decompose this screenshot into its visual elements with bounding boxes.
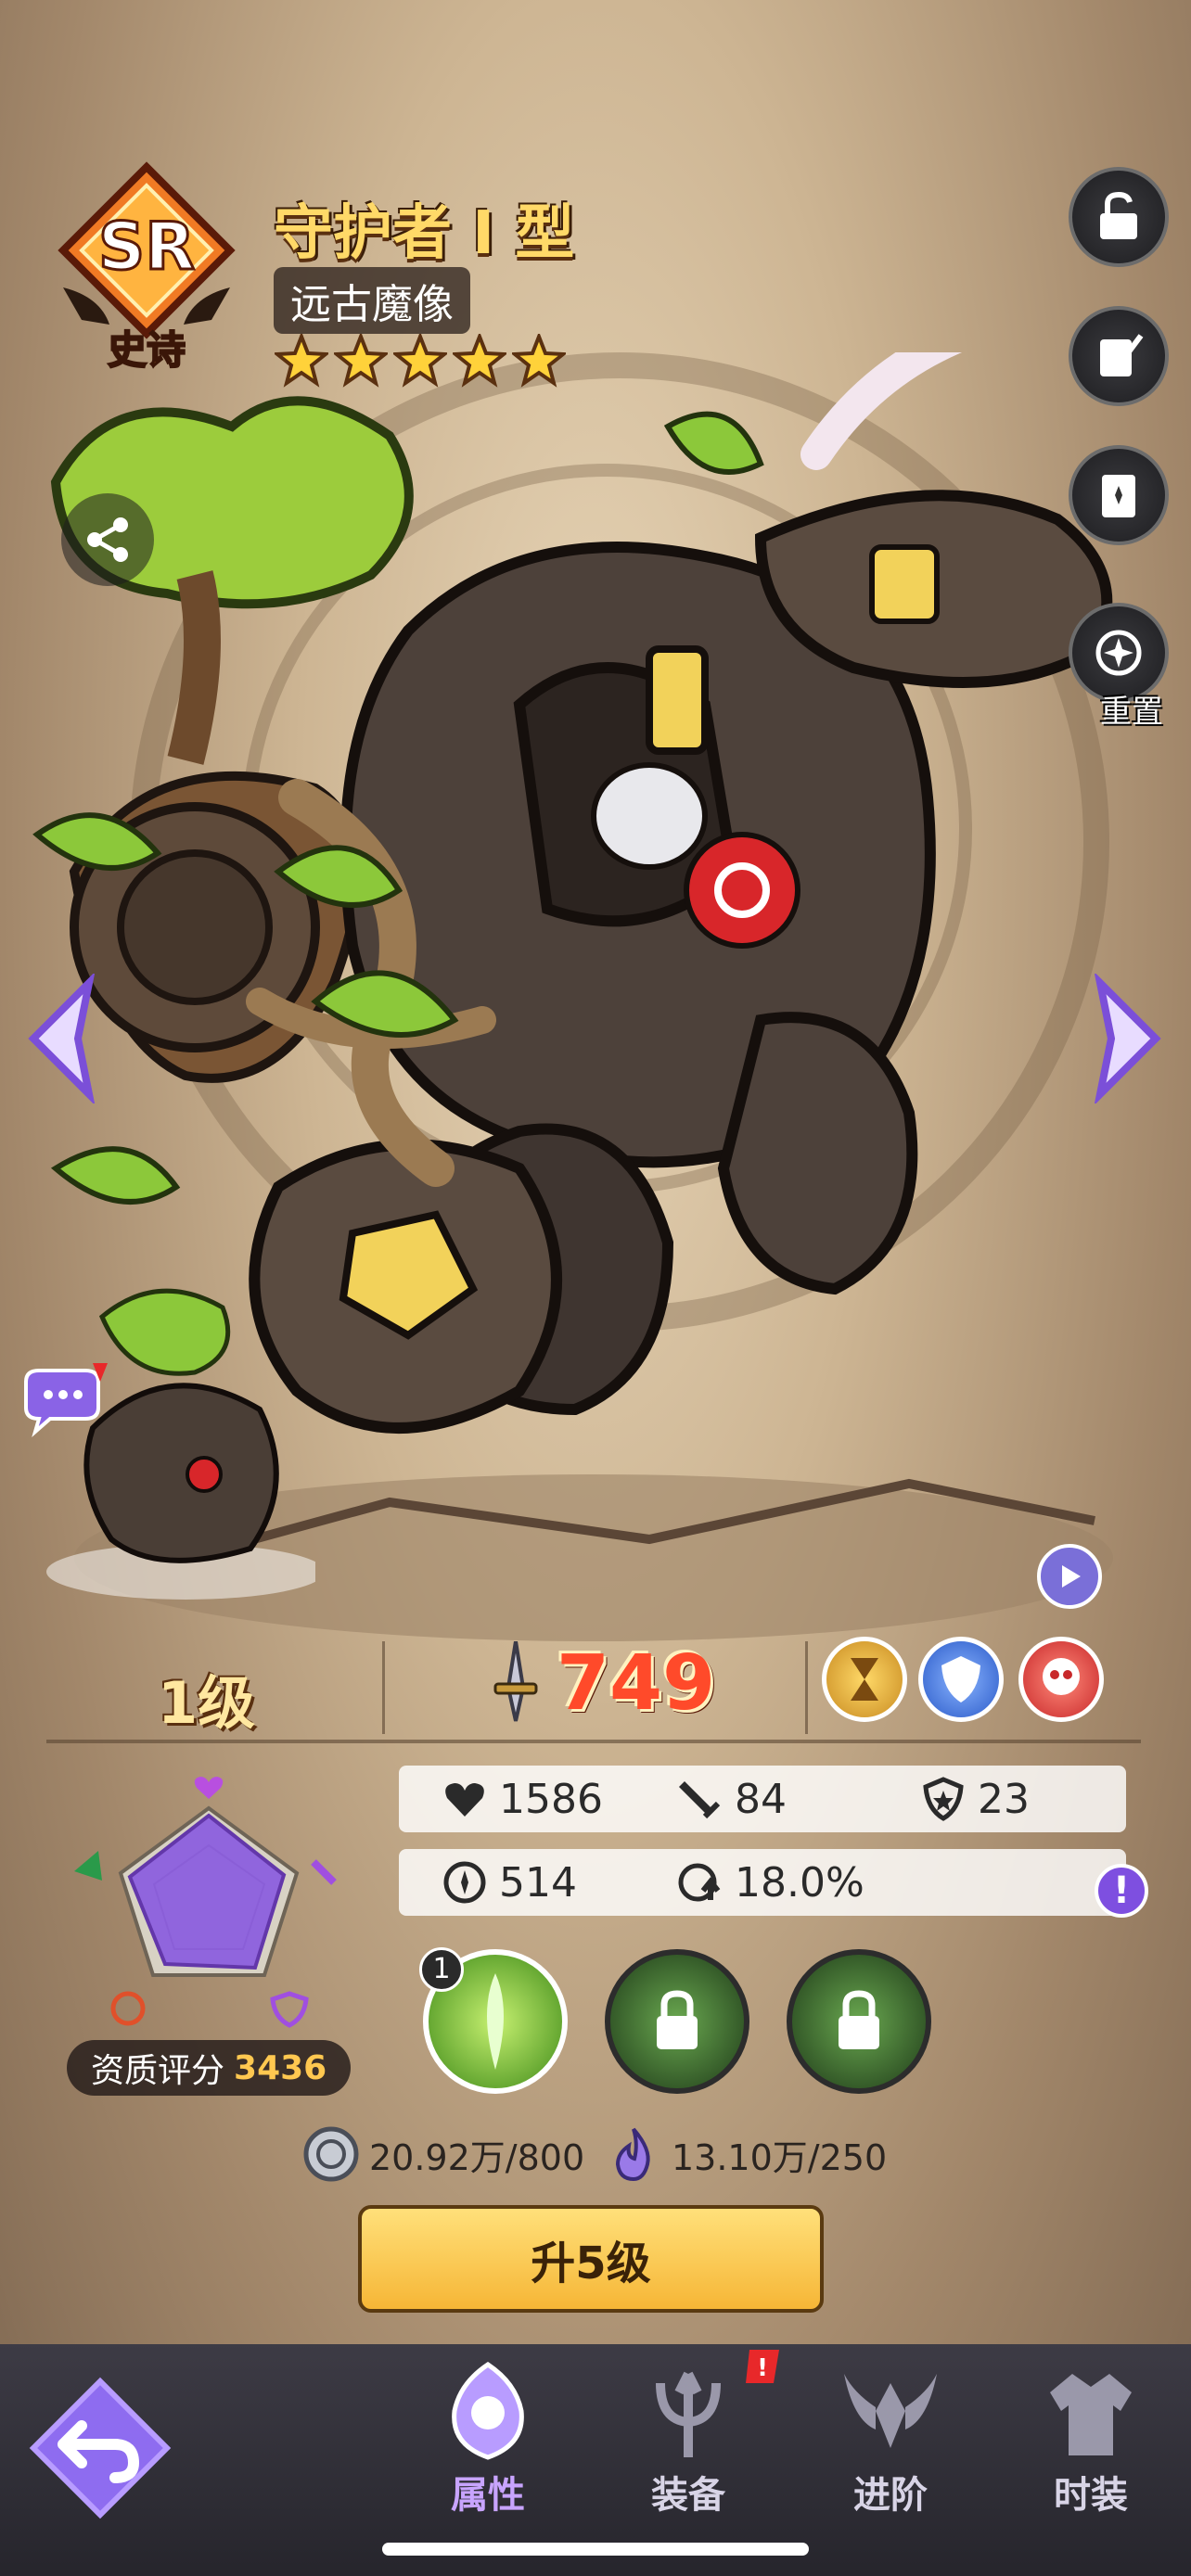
stat-hp: 1586: [442, 1776, 603, 1823]
star-icon: [393, 334, 447, 388]
costume-icon: [1050, 2374, 1132, 2455]
heart-icon: [445, 1783, 484, 1817]
stat-defense-value: 23: [978, 1775, 1030, 1823]
skill-slot-2-locked[interactable]: [605, 1949, 749, 2094]
stat-defense: 23: [920, 1776, 1030, 1823]
wings-icon: [844, 2374, 937, 2448]
stats-info-button[interactable]: !: [1095, 1864, 1148, 1918]
reset-icon: [1095, 630, 1142, 676]
card-icon: [1102, 475, 1135, 517]
shield-badge-icon: [941, 1656, 980, 1702]
tab-costume-label: 时装: [1054, 2474, 1128, 2517]
stat-attack-value: 84: [735, 1775, 787, 1823]
trident-icon: [656, 2371, 721, 2457]
lock-icon: [657, 1990, 698, 2049]
trait-badge-blue[interactable]: [918, 1637, 1004, 1722]
upgrade-level-button[interactable]: 升5级: [358, 2205, 824, 2313]
play-animation-button[interactable]: [1037, 1544, 1102, 1609]
tab-attributes[interactable]: 属性: [414, 2355, 562, 2522]
home-indicator: [382, 2543, 809, 2556]
back-button[interactable]: [26, 2374, 174, 2522]
scroll-quill-icon: [1100, 334, 1144, 376]
star-icon: [275, 334, 328, 388]
stat-speed-value: 514: [499, 1858, 577, 1906]
next-character-button[interactable]: [1082, 974, 1165, 1103]
speed-icon: [443, 1861, 486, 1904]
divider: [382, 1641, 385, 1734]
aptitude-score: 资质评分 3436: [67, 2040, 352, 2096]
card-button[interactable]: [1069, 445, 1169, 545]
star-icon: [453, 334, 506, 388]
unlock-icon: [1100, 191, 1137, 239]
lock-icon: [839, 1990, 879, 2049]
chevron-right-icon: [1094, 974, 1161, 1103]
power-sword-icon: [493, 1641, 538, 1722]
tab-advance-label: 进阶: [853, 2474, 928, 2517]
rarity-text: SR: [98, 209, 195, 285]
sword-icon: [311, 1859, 337, 1885]
shield-icon: [270, 1991, 309, 2028]
tab-equipment-label: 装备: [651, 2474, 725, 2517]
character-level: 1级: [158, 1669, 256, 1737]
stat-crit: 18.0%: [677, 1859, 864, 1906]
speed-icon: [110, 1991, 146, 2026]
skill-level-badge: 1: [419, 1947, 464, 1992]
previous-character-button[interactable]: [24, 974, 108, 1103]
stats-row-primary: 1586 84 23: [399, 1766, 1126, 1832]
character-scene: SR 史诗 守护者 I 型 远古魔像 重置 1级 749 1586 84 23 …: [0, 0, 1191, 2576]
skill-slot-3-locked[interactable]: [787, 1949, 931, 2094]
bottom-navigation: [0, 2344, 1191, 2576]
star-icon: [512, 334, 566, 388]
attributes-icon: [452, 2361, 524, 2460]
chat-alert-icon[interactable]: [17, 1363, 109, 1437]
spirit-flame-icon: [615, 2127, 650, 2182]
crit-icon: [678, 1863, 721, 1902]
reset-label: 重置: [1100, 694, 1163, 731]
trait-badge-red[interactable]: [1018, 1637, 1104, 1722]
lock-button[interactable]: [1069, 167, 1169, 267]
resource-spirit-value: 13.10万/250: [672, 2136, 888, 2178]
silver-coin-icon: [303, 2126, 359, 2182]
share-icon: [87, 517, 128, 562]
shield-icon: [923, 1777, 964, 1821]
character-subtitle: 远古魔像: [274, 267, 470, 334]
alert-icon: !: [746, 2350, 779, 2383]
rarity-label: 史诗: [108, 327, 186, 371]
character-name: 守护者 I 型: [274, 199, 575, 268]
stat-attack: 84: [677, 1776, 787, 1823]
stat-hp-value: 1586: [499, 1775, 603, 1823]
tab-attributes-label: 属性: [451, 2474, 525, 2517]
tab-costume[interactable]: 时装: [1017, 2355, 1165, 2522]
stat-crit-value: 18.0%: [735, 1858, 864, 1906]
resource-silver: 20.92万/800: [302, 2125, 584, 2183]
trait-badge-gold[interactable]: [822, 1637, 907, 1722]
star-rating: [275, 334, 566, 388]
rarity-badge: SR 史诗: [58, 161, 236, 371]
stat-speed: 514: [442, 1859, 577, 1906]
hourglass-icon: [851, 1658, 878, 1701]
svg-text:!: !: [757, 2354, 768, 2382]
leaf-icon: [74, 1851, 102, 1881]
share-button[interactable]: [61, 493, 154, 586]
tab-equipment[interactable]: 装备: [614, 2355, 762, 2522]
divider: [805, 1641, 808, 1734]
star-icon: [334, 334, 388, 388]
divider: [46, 1740, 1141, 1743]
tab-advance[interactable]: 进阶: [816, 2355, 965, 2522]
resource-spirit: 13.10万/250: [605, 2125, 887, 2183]
chevron-left-icon: [28, 974, 96, 1103]
play-icon: [1062, 1565, 1081, 1588]
stats-row-secondary: 514 18.0%: [399, 1849, 1126, 1916]
aptitude-label: 资质评分: [91, 2052, 225, 2090]
heart-icon: [194, 1777, 224, 1799]
attribute-radar-chart: [74, 1777, 337, 2028]
biography-button[interactable]: [1069, 306, 1169, 406]
skull-icon: [1043, 1658, 1080, 1695]
aptitude-value: 3436: [234, 2048, 327, 2087]
resource-silver-value: 20.92万/800: [369, 2136, 585, 2178]
combat-power-value: 749: [557, 1639, 716, 1728]
sword-icon: [679, 1781, 721, 1819]
